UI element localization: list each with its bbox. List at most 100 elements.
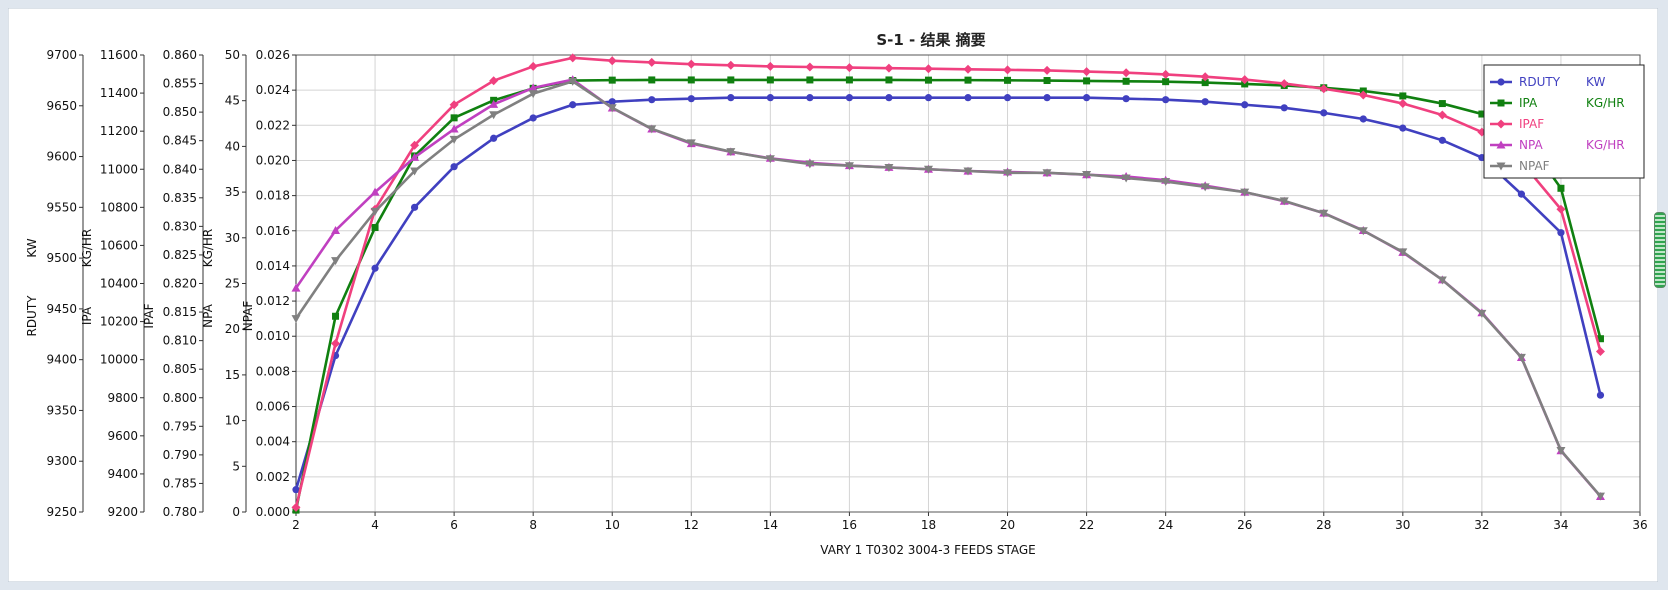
ipaf-tick-label: 0.825 xyxy=(163,248,197,262)
npaf-tick-label: 0.024 xyxy=(256,83,290,97)
rduty-point xyxy=(529,114,537,122)
legend-label: NPA xyxy=(1519,138,1543,152)
x-tick-label: 32 xyxy=(1474,518,1489,532)
rduty-point xyxy=(964,94,972,102)
ipaf-tick-label: 0.810 xyxy=(163,334,197,348)
rduty-tick-label: 9350 xyxy=(46,403,77,417)
ipa-point xyxy=(608,76,616,84)
ipa-point xyxy=(332,312,340,320)
legend-marker xyxy=(1497,78,1505,86)
npaf-tick-label: 0.020 xyxy=(256,153,290,167)
legend-unit: KG/HR xyxy=(1586,138,1625,152)
scroll-handle[interactable] xyxy=(1654,212,1666,288)
legend-label: RDUTY xyxy=(1519,75,1561,89)
npa-axis-unit: KG/HR xyxy=(201,229,215,268)
ipaf-tick-label: 0.845 xyxy=(163,134,197,148)
x-tick-label: 18 xyxy=(921,518,936,532)
npaf-tick-label: 0.002 xyxy=(256,470,290,484)
rduty-point xyxy=(1320,109,1328,117)
x-tick-label: 20 xyxy=(1000,518,1015,532)
ipa-tick-label: 10600 xyxy=(100,238,138,252)
rduty-point xyxy=(885,94,893,102)
rduty-point xyxy=(1280,104,1288,112)
x-tick-label: 34 xyxy=(1553,518,1568,532)
npaf-axis-name: NPAF xyxy=(241,301,255,332)
ipa-point xyxy=(648,76,656,84)
npaf-tick-label: 0.000 xyxy=(256,505,290,519)
ipa-point xyxy=(371,224,379,232)
ipa-point xyxy=(727,76,735,84)
ipa-point xyxy=(1162,78,1170,86)
npaf-tick-label: 0.010 xyxy=(256,329,290,343)
x-tick-label: 8 xyxy=(529,518,537,532)
rduty-tick-label: 9300 xyxy=(46,454,77,468)
ipaf-tick-label: 0.780 xyxy=(163,505,197,519)
npa-tick-label: 35 xyxy=(225,185,240,199)
ipa-tick-label: 10000 xyxy=(100,353,138,367)
rduty-point xyxy=(1201,98,1209,106)
rduty-point xyxy=(1241,101,1249,109)
rduty-point xyxy=(648,96,656,104)
legend-label: NPAF xyxy=(1519,159,1550,173)
ipa-point xyxy=(766,76,774,84)
x-tick-label: 4 xyxy=(371,518,379,532)
npaf-tick-label: 0.014 xyxy=(256,259,290,273)
legend-label: IPA xyxy=(1519,96,1538,110)
ipa-axis-name: IPA xyxy=(80,306,94,325)
x-tick-label: 30 xyxy=(1395,518,1410,532)
x-tick-label: 2 xyxy=(292,518,300,532)
ipaf-tick-label: 0.855 xyxy=(163,77,197,91)
rduty-tick-label: 9650 xyxy=(46,99,77,113)
rduty-tick-label: 9550 xyxy=(46,200,77,214)
x-tick-label: 14 xyxy=(763,518,778,532)
rduty-point xyxy=(1557,229,1565,237)
x-tick-label: 16 xyxy=(842,518,857,532)
ipa-point xyxy=(687,76,695,84)
npa-tick-label: 40 xyxy=(225,139,240,153)
ipaf-tick-label: 0.830 xyxy=(163,219,197,233)
ipa-tick-label: 11400 xyxy=(100,86,138,100)
x-tick-label: 12 xyxy=(684,518,699,532)
rduty-point xyxy=(1399,124,1407,132)
ipaf-tick-label: 0.800 xyxy=(163,391,197,405)
x-tick-label: 24 xyxy=(1158,518,1173,532)
rduty-tick-label: 9500 xyxy=(46,251,77,265)
rduty-point xyxy=(924,94,933,102)
ipaf-tick-label: 0.790 xyxy=(163,448,197,462)
legend-label: IPAF xyxy=(1519,117,1544,131)
npa-axis-name: NPA xyxy=(201,303,215,327)
rduty-point xyxy=(806,94,814,102)
npa-tick-label: 30 xyxy=(225,231,240,245)
ipa-tick-label: 11600 xyxy=(100,48,138,62)
rduty-axis-name: RDUTY xyxy=(25,295,39,337)
npa-tick-label: 25 xyxy=(225,277,240,291)
rduty-point xyxy=(1043,94,1051,102)
npaf-tick-label: 0.008 xyxy=(256,364,290,378)
rduty-point xyxy=(1359,115,1367,123)
npaf-tick-label: 0.022 xyxy=(256,118,290,132)
ipaf-tick-label: 0.860 xyxy=(163,48,197,62)
rduty-point xyxy=(1122,95,1130,103)
rduty-point xyxy=(1003,94,1012,102)
ipa-tick-label: 9800 xyxy=(107,391,138,405)
ipaf-tick-label: 0.815 xyxy=(163,305,197,319)
ipa-point xyxy=(1122,77,1130,85)
ipa-axis-unit: KG/HR xyxy=(80,229,94,268)
ipa-point xyxy=(1438,100,1446,108)
npa-tick-label: 50 xyxy=(225,48,240,62)
rduty-point xyxy=(1082,94,1091,102)
ipaf-tick-label: 0.850 xyxy=(163,105,197,119)
x-tick-label: 36 xyxy=(1632,518,1647,532)
chart-window: S-1 - 结果 摘要 VARY 1 T0302 3004-3 FEEDS ST… xyxy=(0,0,1668,590)
rduty-point xyxy=(410,203,419,211)
rduty-point xyxy=(727,94,735,102)
ipa-tick-label: 10200 xyxy=(100,315,138,329)
npaf-tick-label: 0.026 xyxy=(256,48,290,62)
ipa-point xyxy=(1083,77,1091,85)
ipaf-axis-name: IPAF xyxy=(142,303,156,328)
rduty-tick-label: 9400 xyxy=(46,353,77,367)
ipaf-tick-label: 0.805 xyxy=(163,362,197,376)
ipaf-tick-label: 0.820 xyxy=(163,277,197,291)
legend[interactable]: RDUTY KW IPA KG/HR IPAF NPA KG/HR NPAF xyxy=(1483,64,1645,179)
rduty-point xyxy=(569,101,577,109)
